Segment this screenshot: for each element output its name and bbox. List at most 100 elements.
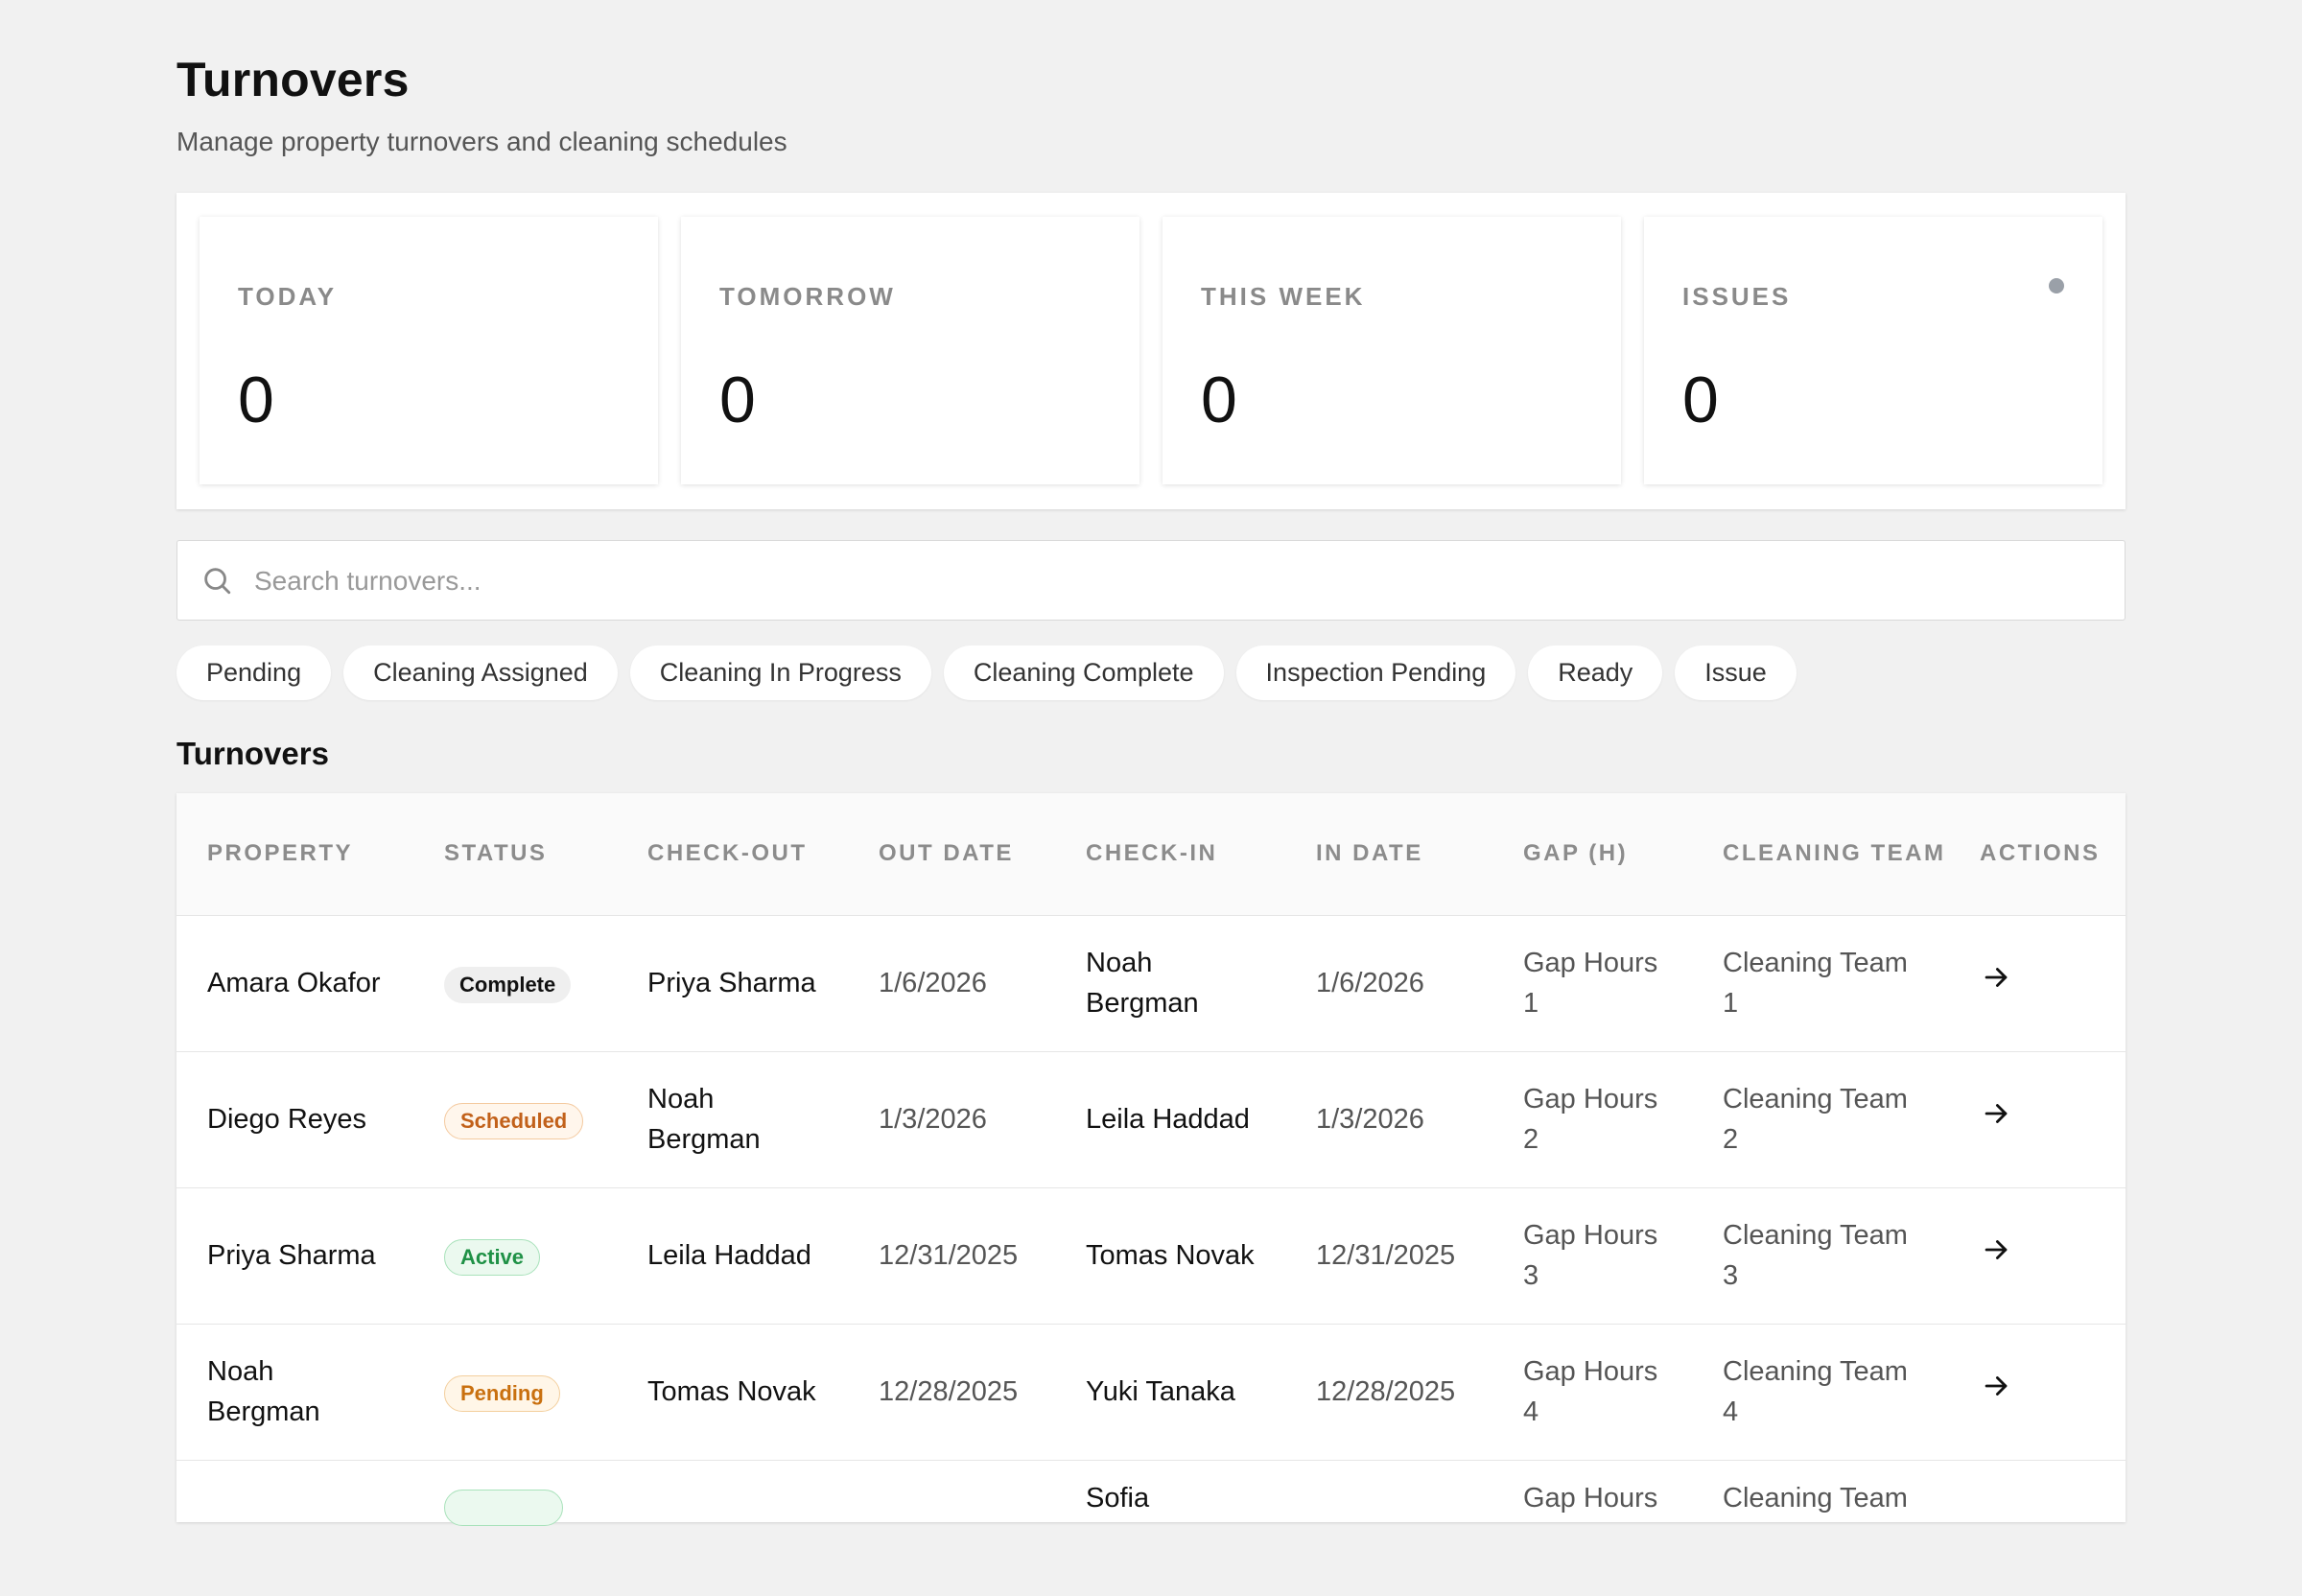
cell-in-date: 1/6/2026 — [1316, 968, 1424, 998]
column-header-status[interactable]: STATUS — [413, 793, 617, 915]
cell-gap: Gap Hours 1 — [1523, 948, 1658, 1019]
search-box — [176, 540, 2126, 622]
column-header-check-in[interactable]: CHECK-IN — [1055, 793, 1285, 915]
arrow-right-icon — [1985, 1104, 2008, 1123]
cell-checkout: Tomas Novak — [647, 1376, 816, 1407]
cell-out-date: 12/31/2025 — [879, 1240, 1019, 1271]
filter-chip-pending[interactable]: Pending — [176, 645, 332, 700]
status-badge: Pending — [444, 1375, 560, 1412]
cell-cleaning-team: Cleaning Team 2 — [1723, 1084, 1908, 1155]
cell-actions — [1949, 1187, 2126, 1324]
cell-checkout: Noah Bergman — [647, 1084, 761, 1155]
cell-actions — [1949, 915, 2126, 1051]
filter-chip-ready[interactable]: Ready — [1528, 645, 1663, 700]
search-input[interactable] — [252, 541, 2079, 622]
status-badge — [444, 1489, 563, 1526]
stat-label: ISSUES — [1682, 282, 1792, 311]
cell-checkin: Yuki Tanaka — [1086, 1376, 1235, 1407]
stat-value: 0 — [238, 364, 274, 436]
cell-status: Active — [413, 1187, 617, 1324]
arrow-right-icon — [1985, 1240, 2008, 1259]
cell-in-date: 1/3/2026 — [1316, 1104, 1424, 1135]
view-turnover-button[interactable] — [1980, 1097, 2012, 1130]
stat-label: TODAY — [238, 282, 338, 311]
cell-property — [176, 1460, 413, 1596]
view-turnover-button[interactable] — [1980, 1233, 2012, 1266]
cell-cleaning-team: Cleaning Team 3 — [1723, 1220, 1908, 1291]
filter-chip-issue[interactable]: Issue — [1675, 645, 1797, 700]
stat-value: 0 — [1682, 364, 1719, 436]
cell-out-date — [848, 1460, 1055, 1596]
column-header-property[interactable]: PROPERTY — [176, 793, 413, 915]
table-row[interactable]: Sofia Gap Hours Cleaning Team — [176, 1460, 2126, 1596]
cell-actions — [1949, 1460, 2126, 1596]
column-header-out-date[interactable]: OUT DATE — [848, 793, 1055, 915]
turnovers-table: PROPERTY STATUS CHECK-OUT OUT DATE CHECK… — [176, 793, 2126, 1526]
search-icon — [204, 568, 231, 595]
cell-in-date: 12/31/2025 — [1316, 1240, 1456, 1271]
cell-property: Diego Reyes — [207, 1104, 367, 1135]
stat-card-issues: ISSUES 0 — [1644, 217, 2102, 484]
table-row[interactable]: Amara Okafor Complete Priya Sharma 1/6/2… — [176, 915, 2126, 1051]
cell-cleaning-team: Cleaning Team — [1723, 1482, 1908, 1514]
column-header-actions: ACTIONS — [1980, 840, 2101, 867]
cell-property: Noah Bergman — [207, 1356, 320, 1427]
stat-card-this-week: THIS WEEK 0 — [1163, 217, 1621, 484]
table-header-row: PROPERTY STATUS CHECK-OUT OUT DATE CHECK… — [176, 793, 2126, 915]
arrow-right-icon — [1985, 968, 2008, 987]
cell-out-date: 1/3/2026 — [879, 1104, 987, 1135]
column-header-gap[interactable]: GAP (H) — [1492, 793, 1692, 915]
column-header-in-date[interactable]: IN DATE — [1285, 793, 1492, 915]
page-title: Turnovers — [176, 53, 410, 106]
cell-status: Pending — [413, 1324, 617, 1460]
status-badge: Scheduled — [444, 1103, 584, 1139]
cell-gap: Gap Hours 4 — [1523, 1356, 1658, 1427]
cell-checkin: Sofia — [1086, 1482, 1150, 1514]
cell-cleaning-team: Cleaning Team 4 — [1723, 1356, 1908, 1427]
cell-checkout — [617, 1460, 848, 1596]
cell-out-date: 1/6/2026 — [879, 968, 987, 998]
cell-property: Amara Okafor — [207, 968, 381, 998]
cell-property: Priya Sharma — [207, 1240, 376, 1271]
cell-status — [413, 1460, 617, 1596]
section-title: Turnovers — [176, 736, 329, 771]
stat-card-tomorrow: TOMORROW 0 — [681, 217, 1139, 484]
cell-checkin: Tomas Novak — [1086, 1240, 1255, 1271]
stat-card-today: TODAY 0 — [200, 217, 658, 484]
filter-chip-cleaning-in-progress[interactable]: Cleaning In Progress — [629, 645, 931, 700]
table-row[interactable]: Noah Bergman Pending Tomas Novak 12/28/2… — [176, 1324, 2126, 1460]
filter-chip-inspection-pending[interactable]: Inspection Pending — [1235, 645, 1516, 700]
view-turnover-button[interactable] — [1980, 961, 2012, 994]
cell-status: Scheduled — [413, 1051, 617, 1187]
cell-gap: Gap Hours 3 — [1523, 1220, 1658, 1291]
view-turnover-button[interactable] — [1980, 1370, 2012, 1402]
cell-checkout: Priya Sharma — [647, 968, 816, 998]
cell-cleaning-team: Cleaning Team 1 — [1723, 948, 1908, 1019]
cell-in-date — [1285, 1460, 1492, 1596]
filter-chip-cleaning-complete[interactable]: Cleaning Complete — [943, 645, 1224, 700]
table-row[interactable]: Priya Sharma Active Leila Haddad 12/31/2… — [176, 1187, 2126, 1324]
cell-gap: Gap Hours — [1523, 1482, 1658, 1514]
status-badge: Complete — [444, 967, 572, 1003]
cell-checkin: Leila Haddad — [1086, 1104, 1250, 1135]
status-dot-icon — [2049, 278, 2064, 293]
cell-out-date: 12/28/2025 — [879, 1376, 1019, 1407]
stat-label: THIS WEEK — [1201, 282, 1366, 311]
cell-actions — [1949, 1051, 2126, 1187]
cell-checkin: Noah Bergman — [1086, 948, 1199, 1019]
stat-label: TOMORROW — [719, 282, 896, 311]
stats-panel: TODAY 0 TOMORROW 0 THIS WEEK 0 ISSUES 0 — [176, 193, 2126, 509]
cell-status: Complete — [413, 915, 617, 1051]
page-subtitle: Manage property turnovers and cleaning s… — [176, 127, 787, 156]
column-header-check-out[interactable]: CHECK-OUT — [617, 793, 848, 915]
cell-in-date: 12/28/2025 — [1316, 1376, 1456, 1407]
cell-checkout: Leila Haddad — [647, 1240, 811, 1271]
status-filters: Pending Cleaning Assigned Cleaning In Pr… — [176, 645, 1797, 700]
column-header-cleaning-team[interactable]: CLEANING TEAM — [1692, 793, 1949, 915]
table-row[interactable]: Diego Reyes Scheduled Noah Bergman 1/3/2… — [176, 1051, 2126, 1187]
cell-actions — [1949, 1324, 2126, 1460]
stat-value: 0 — [719, 364, 756, 436]
status-badge: Active — [444, 1239, 541, 1276]
arrow-right-icon — [1985, 1376, 2008, 1396]
filter-chip-cleaning-assigned[interactable]: Cleaning Assigned — [343, 645, 618, 700]
